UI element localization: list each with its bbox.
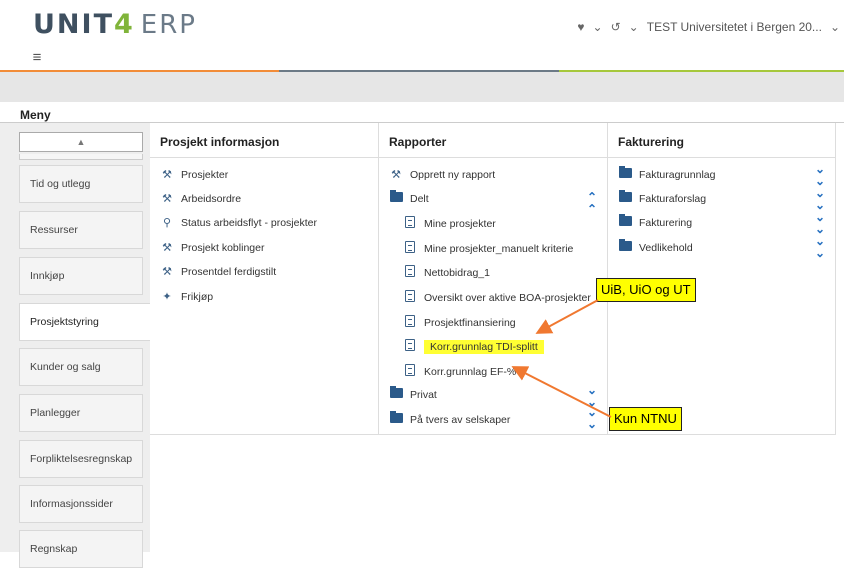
wrench-icon: ⚒ xyxy=(162,169,172,181)
menu-item-arbeidsordre[interactable]: ⚒ Arbeidsordre xyxy=(160,192,241,206)
chevron-down-icon[interactable]: ⌄ xyxy=(593,20,603,34)
chevron-down-icon[interactable]: ⌄ xyxy=(830,20,840,34)
menu-item-frikjop[interactable]: ✦ Frikjøp xyxy=(160,290,213,304)
chevron-down-icon[interactable]: ⌄ ⌄ xyxy=(815,211,825,235)
chevron-down-icon[interactable]: ⌄ ⌄ xyxy=(815,235,825,259)
folder-icon xyxy=(618,214,632,229)
sidebar-scroll-stub xyxy=(19,154,143,160)
menu-item-prosentdel-ferdigstilt[interactable]: ⚒ Prosentdel ferdigstilt xyxy=(160,265,276,279)
report-oversikt-boa[interactable]: Oversikt over aktive BOA-prosjekter xyxy=(403,290,591,305)
company-selector[interactable]: TEST Universitetet i Bergen 20... xyxy=(647,20,822,34)
folder-vedlikehold[interactable]: Vedlikehold xyxy=(618,239,693,254)
column-prosjekt-informasjon: Prosjekt informasjon ⚒ Prosjekter ⚒ Arbeid… xyxy=(150,123,379,435)
search-icon: ⚲ xyxy=(162,217,172,229)
toolbar-band xyxy=(0,72,844,102)
report-nettobidrag[interactable]: Nettobidrag_1 xyxy=(403,265,490,280)
menu-item-prosjekt-koblinger[interactable]: ⚒ Prosjekt koblinger xyxy=(160,241,264,255)
column-title: Rapporter xyxy=(379,123,607,158)
menu-content: Prosjekt informasjon ⚒ Prosjekter ⚒ Arbeid… xyxy=(150,123,844,552)
wrench-icon: ⚒ xyxy=(391,169,401,181)
folder-icon xyxy=(389,411,403,426)
column-title: Prosjekt informasjon xyxy=(150,123,378,158)
sidebar-item-ressurser[interactable]: Ressurser xyxy=(19,211,143,249)
chevron-down-icon[interactable]: ⌄ ⌄ xyxy=(587,406,597,430)
folder-pa-tvers[interactable]: På tvers av selskaper xyxy=(389,411,510,426)
header-right: ♥ ⌄ ↺ ⌄ TEST Universitetet i Bergen 20..… xyxy=(577,20,840,34)
column-title: Fakturering xyxy=(608,123,835,158)
report-icon xyxy=(403,241,417,256)
scroll-up-button[interactable]: ▲ xyxy=(19,132,143,152)
menu-item-status-arbeidsflyt[interactable]: ⚲ Status arbeidsflyt - prosjekter xyxy=(160,216,317,230)
wrench-icon: ⚒ xyxy=(162,266,172,278)
sidebar-item-regnskap[interactable]: Regnskap xyxy=(19,530,143,568)
top-bar: UNIT4 ERP ♥ ⌄ ↺ ⌄ TEST Universitetet i Be… xyxy=(0,0,844,72)
document-icon xyxy=(403,315,417,330)
folder-icon xyxy=(389,386,403,401)
folder-privat[interactable]: Privat xyxy=(389,386,437,401)
folder-delt[interactable]: Delt xyxy=(389,190,429,205)
sidebar-item-tid-og-utlegg[interactable]: Tid og utlegg xyxy=(19,165,143,203)
chevron-up-icon[interactable]: ⌃ ⌃ xyxy=(587,191,597,215)
chevron-down-icon[interactable]: ⌄ xyxy=(629,20,639,34)
sidebar-item-innkjop[interactable]: Innkjøp xyxy=(19,257,143,295)
chevron-down-icon[interactable]: ⌄ ⌄ xyxy=(815,187,825,211)
folder-icon xyxy=(618,190,632,205)
folder-fakturagrunnlag[interactable]: Fakturagrunnlag xyxy=(618,166,715,181)
sidebar-item-planlegger[interactable]: Planlegger xyxy=(19,394,143,432)
sidebar-item-kunder-og-salg[interactable]: Kunder og salg xyxy=(19,348,143,386)
report-korr-tdi-splitt[interactable]: Korr.grunnlag TDI-splitt xyxy=(403,339,544,354)
tool-icon: ✦ xyxy=(162,291,172,303)
sidebar-item-prosjektstyring[interactable]: Prosjektstyring xyxy=(19,303,150,341)
report-korr-ef[interactable]: Korr.grunnlag EF-% xyxy=(403,364,516,379)
folder-fakturering[interactable]: Fakturering xyxy=(618,214,692,229)
history-icon[interactable]: ↺ xyxy=(611,20,621,34)
report-prosjektfinansiering[interactable]: Prosjektfinansiering xyxy=(403,315,516,330)
document-icon xyxy=(403,364,417,379)
menu-title: Meny xyxy=(20,108,51,122)
callout-kun-ntnu: Kun NTNU xyxy=(609,407,682,431)
sidebar: ▲ Tid og utlegg Ressurser Innkjøp Prosje… xyxy=(0,123,150,568)
chevron-down-icon[interactable]: ⌄ ⌄ xyxy=(815,163,825,187)
column-rapporter: Rapporter ⚒ Opprett ny rapport Delt ⌃ ⌃ Mi… xyxy=(379,123,608,435)
wrench-icon: ⚒ xyxy=(162,193,172,205)
wrench-icon: ⚒ xyxy=(162,242,172,254)
menu-list-icon[interactable]: ≡ xyxy=(20,48,54,70)
folder-icon xyxy=(618,239,632,254)
callout-uib-uio-ut: UiB, UiO og UT xyxy=(596,278,696,302)
unit4-logo: UNIT4 ERP xyxy=(33,9,197,40)
folder-icon xyxy=(618,166,632,181)
sidebar-item-informasjonssider[interactable]: Informasjonssider xyxy=(19,485,143,523)
report-icon xyxy=(403,290,417,305)
menu-item-opprett-ny-rapport[interactable]: ⚒ Opprett ny rapport xyxy=(389,168,495,182)
report-mine-prosjekter[interactable]: Mine prosjekter xyxy=(403,216,496,231)
folder-open-icon xyxy=(389,190,403,205)
report-mine-prosjekter-manuelt[interactable]: Mine prosjekter_manuelt kriterie xyxy=(403,241,573,256)
document-icon xyxy=(403,339,417,354)
report-icon xyxy=(403,216,417,231)
report-icon xyxy=(403,265,417,280)
menu-item-prosjekter[interactable]: ⚒ Prosjekter xyxy=(160,168,228,182)
sidebar-item-forpliktelsesregnskap[interactable]: Forpliktelsesregnskap xyxy=(19,440,143,478)
heart-icon[interactable]: ♥ xyxy=(577,20,584,34)
folder-fakturaforslag[interactable]: Fakturaforslag xyxy=(618,190,706,205)
